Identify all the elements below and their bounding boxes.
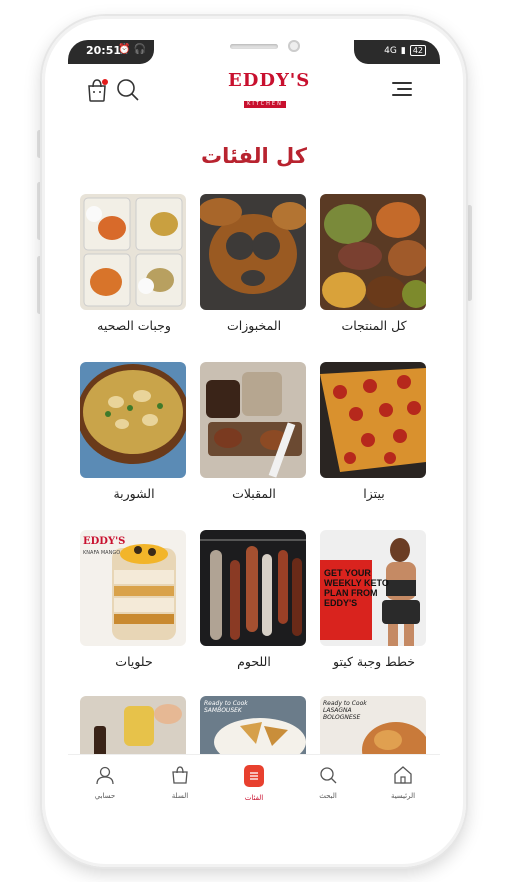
category-image	[200, 194, 306, 310]
category-card-appetizers[interactable]: المقبلات	[200, 362, 308, 512]
search-icon	[117, 79, 139, 101]
category-image	[80, 362, 186, 478]
bottom-tab-bar: الرئيسية البحث الفئات السلة حسابي	[68, 754, 440, 811]
sambousek-ad-text: Ready to Cook SAMBOUSEK	[204, 700, 248, 714]
network-indicator: 4G	[384, 45, 397, 56]
category-image: GET YOUR WEEKLY KETO PLAN FROM EDDY'S	[320, 530, 426, 646]
category-label: بيتزا	[363, 486, 385, 501]
tab-search[interactable]: البحث	[303, 765, 353, 800]
status-bar-left: 20:51 ⏰ 🎧	[68, 40, 154, 64]
keto-ad-text: GET YOUR WEEKLY KETO PLAN FROM EDDY'S	[324, 568, 389, 608]
home-icon	[394, 766, 412, 784]
search-icon	[320, 767, 337, 784]
category-card-all-products[interactable]: كل المنتجات	[320, 194, 428, 344]
app-screen: 20:51 ⏰ 🎧 4G ▮ 42 EDDY'S KITCHEN كل الفئ…	[68, 40, 440, 811]
category-image	[80, 194, 186, 310]
dessert-brand-text: EDDY'S	[83, 536, 126, 547]
phone-power-button	[467, 205, 472, 301]
category-label: كل المنتجات	[341, 318, 407, 333]
hamburger-icon-line	[392, 82, 412, 84]
menu-button[interactable]	[390, 80, 412, 98]
eddys-kitchen-logo[interactable]: EDDY'S KITCHEN	[228, 70, 311, 109]
category-label: حلويات	[115, 654, 153, 669]
tab-categories[interactable]: الفئات	[229, 765, 279, 802]
category-label: وجبات الصحيه	[97, 318, 171, 333]
tab-categories-label: الفئات	[244, 794, 264, 802]
phone-speaker	[230, 44, 278, 49]
status-time: 20:51	[86, 44, 122, 57]
category-image	[320, 362, 426, 478]
logo-main-text: EDDY'S	[228, 70, 311, 91]
category-card-bakery[interactable]: المخبوزات	[200, 194, 308, 344]
shopping-bag-icon	[88, 79, 108, 102]
shopping-bag-icon	[172, 766, 188, 784]
battery-icon: 42	[409, 45, 426, 56]
status-alarm-icon: ⏰ 🎧	[118, 44, 147, 55]
tab-account-label: حسابي	[94, 792, 116, 800]
app-header: EDDY'S KITCHEN	[68, 68, 440, 108]
category-image	[200, 530, 306, 646]
category-image	[200, 362, 306, 478]
category-card-soups[interactable]: الشوربة	[80, 362, 188, 512]
category-label: خطط وجبة كيتو	[333, 654, 415, 669]
dessert-sub-text: KNAFA MANGO	[83, 550, 121, 556]
tab-home-label: الرئيسية	[390, 792, 416, 800]
status-bar-right: 4G ▮ 42	[354, 40, 440, 64]
category-card-pizza[interactable]: بيتزا	[320, 362, 428, 512]
category-card-meats[interactable]: اللحوم	[200, 530, 308, 680]
hamburger-icon-line	[397, 88, 412, 90]
lasagna-ad-text: Ready to Cook LASAGNA BOLOGNESE	[323, 700, 367, 721]
tab-account[interactable]: حسابي	[80, 765, 130, 800]
category-label: الشوربة	[113, 486, 155, 501]
category-label: اللحوم	[237, 654, 271, 669]
hamburger-icon-line	[392, 94, 412, 96]
search-button[interactable]	[116, 78, 140, 102]
category-card-healthy-meals[interactable]: وجبات الصحيه	[80, 194, 188, 344]
tab-search-label: البحث	[319, 792, 337, 800]
signal-icon: ▮	[400, 45, 406, 56]
list-icon	[244, 765, 264, 787]
category-card-keto-plans[interactable]: GET YOUR WEEKLY KETO PLAN FROM EDDY'S خط…	[320, 530, 428, 680]
category-label: المقبلات	[232, 486, 276, 501]
cart-button[interactable]	[86, 78, 108, 102]
category-label: المخبوزات	[226, 318, 282, 333]
tab-cart-label: السلة	[171, 792, 189, 800]
category-image	[320, 194, 426, 310]
logo-sub-text: KITCHEN	[244, 101, 286, 108]
tab-cart[interactable]: السلة	[155, 765, 205, 800]
tab-home[interactable]: الرئيسية	[378, 765, 428, 800]
page-title: كل الفئات	[200, 144, 308, 168]
user-icon	[96, 766, 114, 785]
category-card-desserts[interactable]: EDDY'S KNAFA MANGO حلويات	[80, 530, 188, 680]
category-image: EDDY'S KNAFA MANGO	[80, 530, 186, 646]
phone-camera	[288, 40, 300, 52]
